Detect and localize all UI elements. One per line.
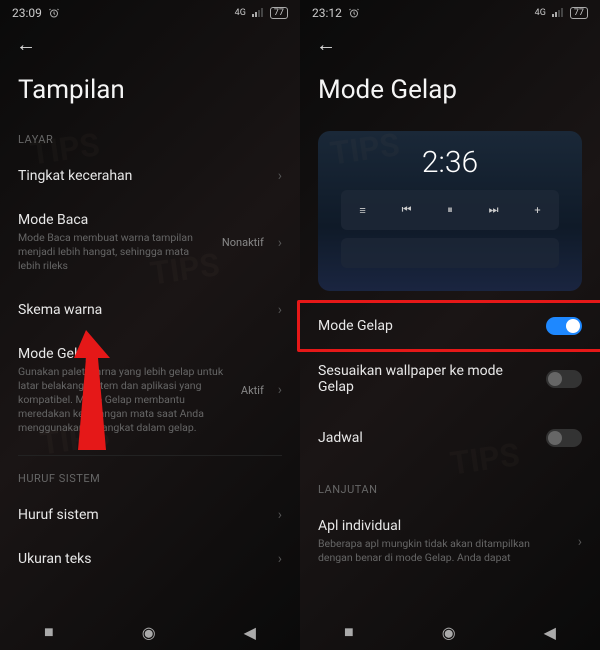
nav-back-icon[interactable]: ◀ — [544, 623, 556, 642]
chevron-right-icon: › — [278, 302, 282, 318]
toggle-switch[interactable] — [546, 370, 582, 388]
setting-textsize[interactable]: Ukuran teks › — [0, 537, 300, 581]
statusbar: 23:12 4G 77 — [300, 0, 600, 24]
setting-title: Sesuaikan wallpaper ke mode Gelap — [318, 363, 536, 395]
setting-title: Tingkat kecerahan — [18, 168, 264, 184]
toggle-darkmode[interactable]: Mode Gelap — [300, 303, 600, 349]
nav-recent-icon[interactable]: ■ — [344, 622, 354, 642]
setting-darkmode[interactable]: Mode Gelap Gunakan palet warna yang lebi… — [0, 332, 300, 450]
back-row: ← — [300, 24, 600, 61]
setting-title: Ukuran teks — [18, 551, 264, 567]
setting-title: Apl individual — [318, 518, 564, 534]
signal-icon — [252, 6, 264, 20]
preview-clock: 2:36 — [422, 145, 478, 180]
section-header-advanced: LANJUTAN — [300, 473, 600, 504]
setting-title: Huruf sistem — [18, 507, 264, 523]
phone-right: 23:12 4G 77 ← Mode Gelap 2:36 ≡ ⏮ ⏸ ⏭ + — [300, 0, 600, 650]
highlight-annotation: Mode Gelap — [297, 300, 600, 352]
chevron-right-icon: › — [278, 382, 282, 398]
toggle-wallpaper[interactable]: Sesuaikan wallpaper ke mode Gelap — [300, 349, 600, 409]
divider — [18, 455, 282, 456]
nav-recent-icon[interactable]: ■ — [44, 622, 54, 642]
network-icon: 4G — [235, 8, 246, 18]
setting-title: Mode Baca — [18, 212, 212, 228]
alarm-icon — [48, 7, 60, 19]
chevron-right-icon: › — [278, 551, 282, 567]
chevron-right-icon: › — [278, 235, 282, 251]
back-row: ← — [0, 24, 300, 61]
chevron-right-icon: › — [278, 168, 282, 184]
setting-title: Skema warna — [18, 302, 264, 318]
darkmode-preview: 2:36 ≡ ⏮ ⏸ ⏭ + — [318, 131, 582, 291]
signal-icon — [552, 6, 564, 20]
statusbar-time: 23:12 — [312, 6, 342, 20]
media-next-icon: ⏭ — [489, 203, 499, 217]
setting-status: Aktif — [241, 384, 264, 397]
battery-icon: 77 — [270, 7, 288, 19]
setting-brightness[interactable]: Tingkat kecerahan › — [0, 154, 300, 198]
statusbar: 23:09 4G 77 — [0, 0, 300, 24]
setting-systemfont[interactable]: Huruf sistem › — [0, 493, 300, 537]
setting-title: Mode Gelap — [18, 346, 231, 362]
section-header-fonts: HURUF SISTEM — [0, 462, 300, 493]
setting-status: Nonaktif — [222, 236, 264, 249]
toggle-schedule[interactable]: Jadwal — [300, 409, 600, 461]
media-pause-icon: ⏸ — [447, 203, 453, 217]
android-navbar: ■ ◉ ◀ — [300, 610, 600, 650]
alarm-icon — [348, 7, 360, 19]
nav-home-icon[interactable]: ◉ — [142, 623, 156, 642]
nav-home-icon[interactable]: ◉ — [442, 623, 456, 642]
page-title: Mode Gelap — [300, 61, 600, 123]
network-icon: 4G — [535, 8, 546, 18]
chevron-right-icon: › — [578, 534, 582, 550]
media-prev-icon: ⏮ — [402, 203, 412, 217]
toggle-switch[interactable] — [546, 317, 582, 335]
nav-back-icon[interactable]: ◀ — [244, 623, 256, 642]
toggle-switch[interactable] — [546, 429, 582, 447]
preview-notif-card — [341, 238, 558, 268]
android-navbar: ■ ◉ ◀ — [0, 610, 300, 650]
preview-media-card: ≡ ⏮ ⏸ ⏭ + — [341, 190, 558, 230]
setting-title: Jadwal — [318, 430, 536, 446]
setting-individual-apps[interactable]: Apl individual Beberapa apl mungkin tida… — [300, 504, 600, 571]
media-add-icon: + — [534, 204, 540, 217]
back-icon[interactable]: ← — [316, 32, 336, 56]
chevron-right-icon: › — [278, 507, 282, 523]
setting-desc: Mode Baca membuat warna tampilan menjadi… — [18, 231, 212, 274]
setting-colorscheme[interactable]: Skema warna › — [0, 288, 300, 332]
battery-icon: 77 — [570, 7, 588, 19]
setting-readmode[interactable]: Mode Baca Mode Baca membuat warna tampil… — [0, 198, 300, 288]
setting-desc: Beberapa apl mungkin tidak akan ditampil… — [318, 537, 564, 565]
setting-title: Mode Gelap — [318, 318, 536, 334]
setting-desc: Gunakan palet warna yang lebih gelap unt… — [18, 365, 231, 436]
statusbar-time: 23:09 — [12, 6, 42, 20]
back-icon[interactable]: ← — [16, 32, 36, 56]
phone-left: 23:09 4G 77 ← Tampilan LAYAR Tingkat kec… — [0, 0, 300, 650]
section-header-layar: LAYAR — [0, 123, 300, 154]
media-menu-icon: ≡ — [359, 204, 365, 217]
page-title: Tampilan — [0, 61, 300, 123]
